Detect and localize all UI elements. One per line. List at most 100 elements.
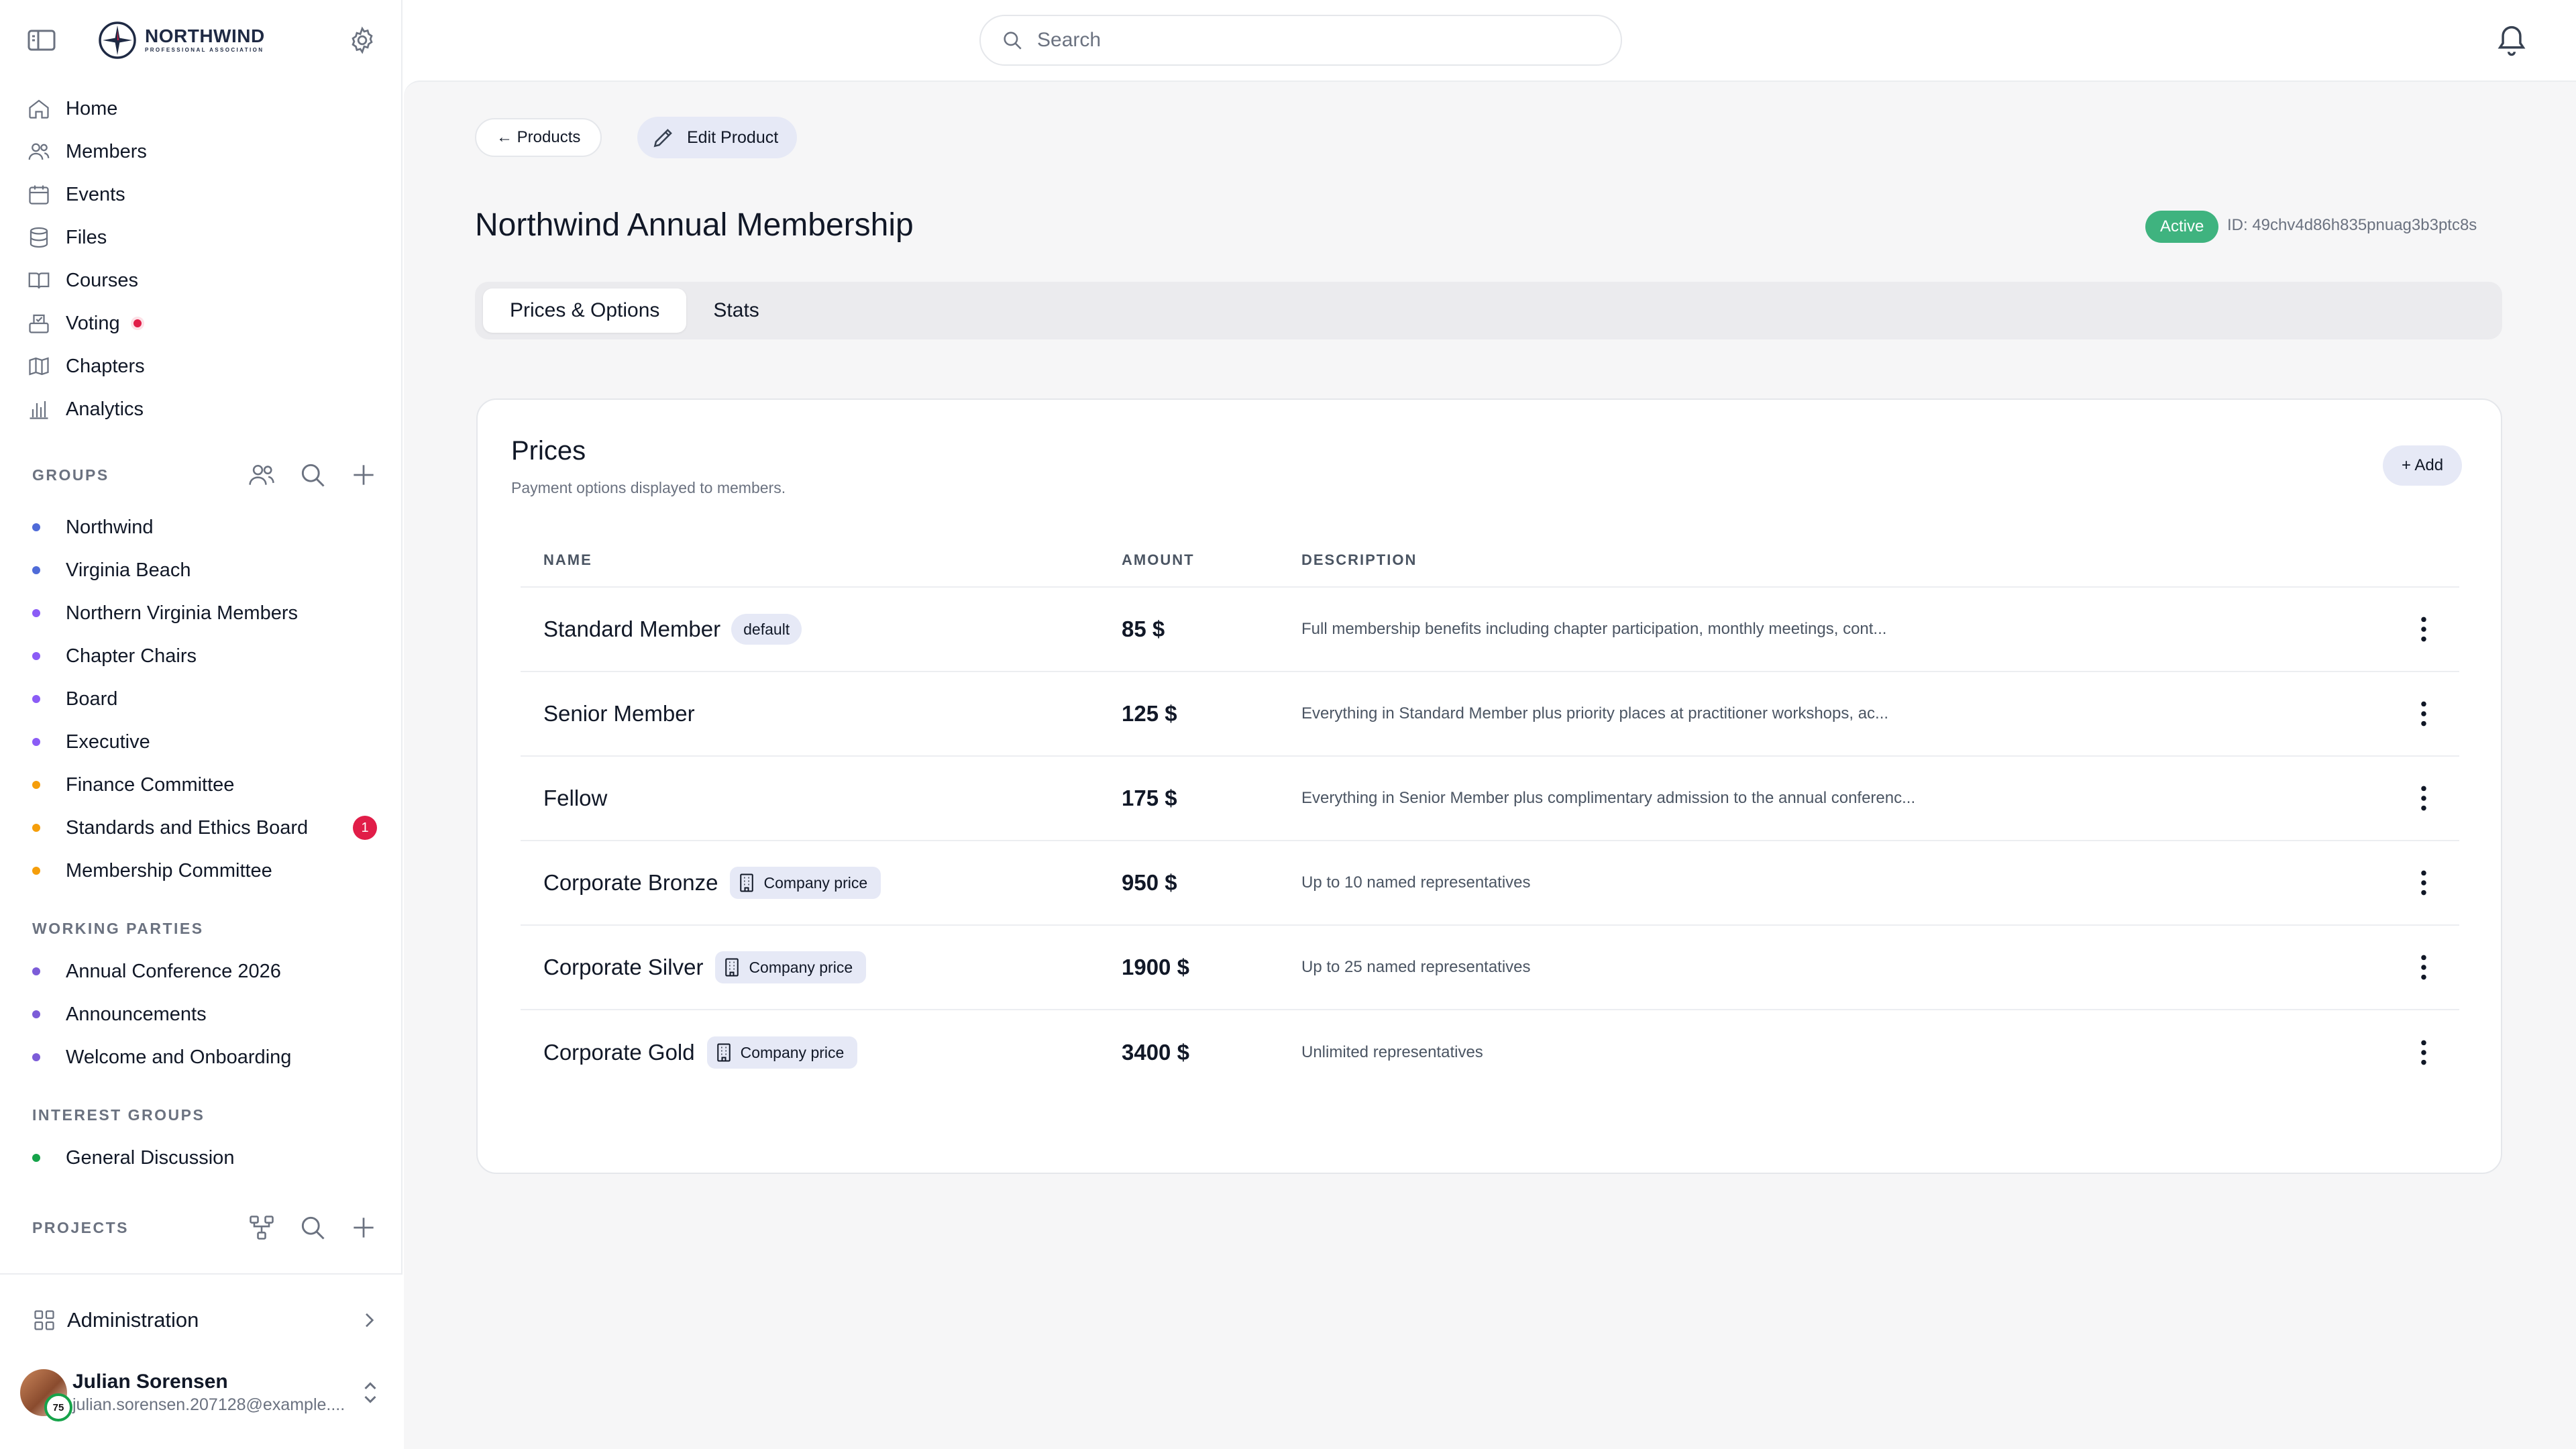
nav-item-courses[interactable]: Courses xyxy=(27,259,376,302)
back-to-products-button[interactable]: ← Products xyxy=(475,118,602,157)
more-vertical-icon[interactable] xyxy=(2410,951,2437,984)
group-color-dot xyxy=(32,523,40,531)
table-row[interactable]: Senior Member 125 $ Everything in Standa… xyxy=(521,672,2459,757)
nav-item-home[interactable]: Home xyxy=(27,87,376,130)
table-row[interactable]: Standard Member default 85 $ Full members… xyxy=(521,588,2459,672)
tab-bar: Prices & Options Stats xyxy=(475,282,2502,339)
members-icon xyxy=(27,140,51,164)
group-color-dot xyxy=(32,824,40,832)
hierarchy-icon[interactable] xyxy=(247,1213,276,1242)
logo[interactable]: NORTHWIND PROFESSIONAL ASSOCIATION xyxy=(98,20,265,60)
search-projects-icon[interactable] xyxy=(298,1213,327,1242)
group-item[interactable]: Northwind xyxy=(32,506,381,549)
company-price-label: Company price xyxy=(763,873,868,892)
settings-gear-icon[interactable] xyxy=(347,25,377,55)
table-row[interactable]: Corporate Bronze Company price 950 $ Up … xyxy=(521,841,2459,926)
more-vertical-icon[interactable] xyxy=(2410,612,2437,646)
bell-icon[interactable] xyxy=(2494,21,2529,59)
notification-dot xyxy=(130,317,144,330)
unread-badge: 1 xyxy=(353,816,377,840)
pencil-icon xyxy=(651,125,676,150)
status-badge: Active xyxy=(2145,211,2219,243)
book-icon xyxy=(27,268,51,292)
more-vertical-icon[interactable] xyxy=(2410,1036,2437,1069)
compass-logo-icon xyxy=(98,21,137,60)
nav-item-events[interactable]: Events xyxy=(27,173,376,216)
building-icon xyxy=(738,873,755,893)
table-row[interactable]: Corporate Gold Company price 3400 $ Unli… xyxy=(521,1010,2459,1095)
page-title: Northwind Annual Membership xyxy=(475,207,914,243)
working-party-item[interactable]: Annual Conference 2026 xyxy=(32,950,381,993)
tab-stats[interactable]: Stats xyxy=(686,288,786,333)
nav-item-members[interactable]: Members xyxy=(27,130,376,173)
group-color-dot xyxy=(32,781,40,789)
group-item[interactable]: Northern Virginia Members xyxy=(32,592,381,635)
groups-header: GROUPS xyxy=(32,462,378,488)
group-item[interactable]: Board xyxy=(32,678,381,720)
global-search[interactable] xyxy=(979,15,1622,66)
column-header-name: NAME xyxy=(543,551,592,568)
tab-prices-options[interactable]: Prices & Options xyxy=(483,288,687,333)
section-title: GROUPS xyxy=(32,466,109,484)
nav-item-files[interactable]: Files xyxy=(27,216,376,259)
working-party-item[interactable]: Announcements xyxy=(32,993,381,1036)
working-party-item[interactable]: Welcome and Onboarding xyxy=(32,1036,381,1079)
search-input[interactable] xyxy=(1037,29,1587,52)
more-vertical-icon[interactable] xyxy=(2410,782,2437,815)
add-project-icon[interactable] xyxy=(349,1213,378,1242)
group-label: Finance Committee xyxy=(66,773,235,796)
add-price-button[interactable]: + Add xyxy=(2383,445,2463,486)
nav-label: Events xyxy=(66,183,125,205)
company-price-label: Company price xyxy=(740,1043,845,1061)
group-item[interactable]: Virginia Beach xyxy=(32,549,381,592)
group-color-dot xyxy=(32,695,40,703)
user-menu[interactable]: 75 Julian Sorensen julian.sorensen.20712… xyxy=(20,1360,382,1425)
product-id: ID: 49chv4d86h835pnuag3b3ptc8s xyxy=(2227,216,2477,234)
administration-link[interactable]: Administration xyxy=(32,1300,380,1340)
search-groups-icon[interactable] xyxy=(298,460,327,490)
more-vertical-icon[interactable] xyxy=(2410,697,2437,731)
more-vertical-icon[interactable] xyxy=(2410,866,2437,900)
add-group-icon[interactable] xyxy=(349,460,378,490)
nav-label: Chapters xyxy=(66,355,145,377)
group-label: Virginia Beach xyxy=(66,559,191,581)
table-header: NAME AMOUNT DESCRIPTION xyxy=(521,534,2459,588)
table-row[interactable]: Corporate Silver Company price 1900 $ Up… xyxy=(521,926,2459,1010)
nav-item-analytics[interactable]: Analytics xyxy=(27,388,376,431)
section-title: WORKING PARTIES xyxy=(32,919,204,937)
company-price-badge: Company price xyxy=(730,867,881,899)
group-label: Membership Committee xyxy=(66,859,272,881)
main-nav: Home Members Events Files Courses Voting… xyxy=(27,87,376,431)
group-item[interactable]: Finance Committee xyxy=(32,763,381,806)
group-members-icon[interactable] xyxy=(247,460,276,490)
price-description: Everything in Senior Member plus complim… xyxy=(1301,789,1916,807)
prices-table: NAME AMOUNT DESCRIPTION Standard Member d… xyxy=(521,534,2459,1095)
building-icon xyxy=(715,1042,733,1063)
calendar-icon xyxy=(27,182,51,207)
company-price-badge: Company price xyxy=(715,951,867,983)
group-item[interactable]: Chapter Chairs xyxy=(32,635,381,678)
sidebar-footer: Administration 75 Julian Sorensen julian… xyxy=(0,1273,402,1449)
group-color-dot xyxy=(32,1010,40,1018)
group-item[interactable]: Standards and Ethics Board 1 xyxy=(32,806,381,849)
default-badge: default xyxy=(731,614,802,645)
nav-item-voting[interactable]: Voting xyxy=(27,302,376,345)
price-name: Corporate Bronze xyxy=(543,870,718,895)
group-color-dot xyxy=(32,609,40,617)
nav-label: Voting xyxy=(66,312,120,334)
group-color-dot xyxy=(32,867,40,875)
nav-item-chapters[interactable]: Chapters xyxy=(27,345,376,388)
user-email: julian.sorensen.207128@example.... xyxy=(72,1395,345,1414)
group-color-dot xyxy=(32,738,40,746)
sidebar-toggle-icon[interactable] xyxy=(27,27,56,54)
price-name: Senior Member xyxy=(543,701,695,726)
interest-group-item[interactable]: General Discussion xyxy=(32,1136,381,1179)
card-subtitle: Payment options displayed to members. xyxy=(511,479,786,496)
price-description: Everything in Standard Member plus prior… xyxy=(1301,704,1889,722)
group-item[interactable]: Membership Committee xyxy=(32,849,381,892)
edit-product-button[interactable]: Edit Product xyxy=(637,117,798,158)
table-row[interactable]: Fellow 175 $ Everything in Senior Member… xyxy=(521,757,2459,841)
group-item[interactable]: Executive xyxy=(32,720,381,763)
database-icon xyxy=(27,225,51,250)
group-label: Northern Virginia Members xyxy=(66,602,298,624)
